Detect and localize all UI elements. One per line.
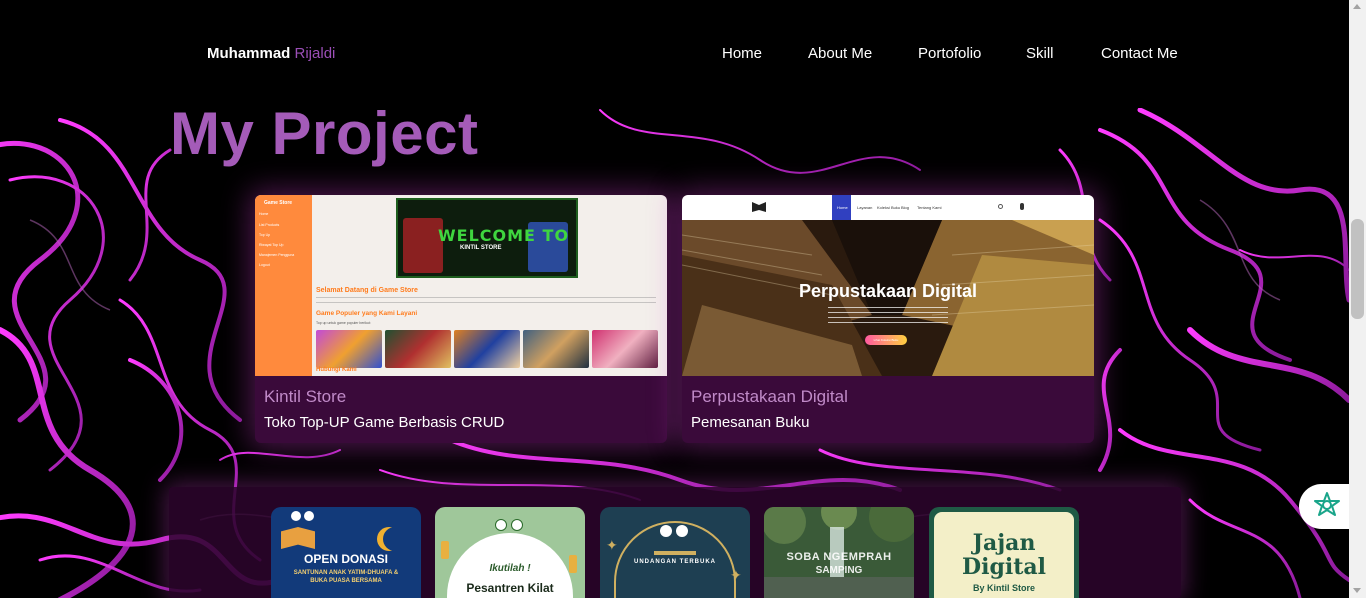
nav-link-skill[interactable]: Skill [1026,45,1054,62]
thumb-hero-title: Perpustakaan Digital [798,281,978,301]
lantern-icon [441,541,449,559]
sparkle-icon [1314,492,1340,516]
project-card-kintil-store[interactable]: Game Store Home List Products Top Up Riw… [255,195,667,443]
poster-title: Ikutilah ! [489,563,531,574]
poster-subtitle: By Kintil Store [972,583,1035,593]
thumb-hero-text [828,307,948,325]
logo-badge [511,519,523,531]
thumb-hero-button: Lihat Koleksi Buku [865,335,907,345]
thumb-banner-subtitle: KINTIL STORE [460,245,502,251]
poster-jajan-digital[interactable]: Jajan Digital By Kintil Store [929,507,1079,598]
nav-link-home[interactable]: Home [722,45,762,62]
project-title: Kintil Store [264,387,347,406]
brand-logo[interactable]: Muhammad Rijaldi [207,45,335,62]
calligraphy-mark [654,551,696,555]
thumb-sidebar-item: Logout [259,263,270,267]
section-title: My Project [170,100,479,167]
thumb-sidebar-item: Manajemen Pengguna [259,253,295,257]
poster-soba-ngemprah[interactable]: SOBA NGEMPRAH SAMPING [764,507,914,598]
thumb-sidebar: Game Store Home List Products Top Up Riw… [255,195,312,376]
thumb-game-spacer [592,330,658,368]
thumb-banner-title: WELCOME TO [438,226,570,245]
scroll-down-arrow-icon[interactable] [1353,588,1361,593]
poster-title: Jajan Digital [962,530,1046,580]
poster-open-donasi[interactable]: OPEN DONASI SANTUNAN ANAK YATIM-DHUAFA &… [271,507,421,598]
poster-subtitle: Pesantren Kilat [466,581,554,595]
search-icon [998,204,1003,209]
brand-last-name: Rijaldi [294,45,336,62]
thumb-banner: WELCOME TO KINTIL STORE [396,198,578,278]
brand-first-name: Muhammad [207,45,291,62]
poster-title: SOBA NGEMPRAH [786,551,892,563]
thumb-game-tile [523,330,589,368]
book-logo-icon [752,202,766,212]
star-icon: ✦ [606,537,618,553]
project-description: Toko Top-UP Game Berbasis CRUD [264,414,505,431]
project-thumbnail: Home Layanan Koleksi Buku Blog Tentang K… [682,195,1094,376]
logo-badge [304,511,314,521]
thumb-game-tile [316,330,382,368]
poster-pesantren-kilat[interactable]: Ikutilah ! Pesantren Kilat [435,507,585,598]
logo-badge [495,519,507,531]
thumb-sidebar-item: Home [259,212,269,216]
thumb-nav-item: Blog [901,205,910,210]
user-icon [1020,203,1024,210]
project-description: Pemesanan Buku [691,414,810,431]
thumb-sidebar-item: Top Up [259,233,271,237]
poster-undangan-terbuka[interactable]: UNDANGAN TERBUKA ✦ ✦ [600,507,750,598]
thumb-heading: Selamat Datang di Game Store [316,287,418,294]
nav-link-about-me[interactable]: About Me [808,45,872,62]
thumb-sidebar-title: Game Store [264,200,293,206]
poster-subtitle: SANTUNAN ANAK YATIM-DHUAFA & BUKA PUASA … [293,570,399,584]
thumb-nav-item: Koleksi Buku [877,205,901,210]
star-icon: ✦ [730,567,742,583]
nav-link-portofolio[interactable]: Portofolio [918,45,981,62]
page-scrollbar[interactable] [1349,0,1366,598]
thumb-nav-item: Home [837,205,848,210]
poster-title: OPEN DONASI [303,552,388,566]
crescent-moon-icon [383,527,407,551]
logo-badge [291,511,301,521]
thumb-navbar: Home Layanan Koleksi Buku Blog Tentang K… [682,195,1094,220]
thumb-sidebar-item: List Products [259,223,280,227]
poster-subtitle: SAMPING [815,565,863,576]
logo-badge [660,525,672,537]
banner-hero-left [403,218,443,273]
navbar: Muhammad Rijaldi Home About Me Portofoli… [0,0,1349,108]
thumb-nav-item: Tentang Kami [917,205,942,210]
thumb-paragraph [316,297,656,307]
project-title: Perpustakaan Digital [691,387,848,406]
project-thumbnail: Game Store Home List Products Top Up Riw… [255,195,667,376]
poster-title: UNDANGAN TERBUKA [634,559,716,565]
thumb-subheading: Game Populer yang Kami Layani [316,310,418,317]
scroll-up-arrow-icon[interactable] [1353,4,1361,9]
thumb-subtext: Top up untuk game populer berikut: [316,321,371,325]
thumb-nav-item: Layanan [857,205,873,210]
project-card-perpustakaan-digital[interactable]: Home Layanan Koleksi Buku Blog Tentang K… [682,195,1094,443]
thumb-sidebar-item: Riwayat Top Up [259,243,284,247]
thumb-game-tile [385,330,451,368]
nav-link-contact-me[interactable]: Contact Me [1101,45,1178,62]
thumb-game-tile [454,330,520,368]
book-icon [281,527,315,549]
scroll-thumb[interactable] [1351,219,1364,319]
logo-badge [676,525,688,537]
thumb-footer: Hubungi Kami [316,367,357,373]
